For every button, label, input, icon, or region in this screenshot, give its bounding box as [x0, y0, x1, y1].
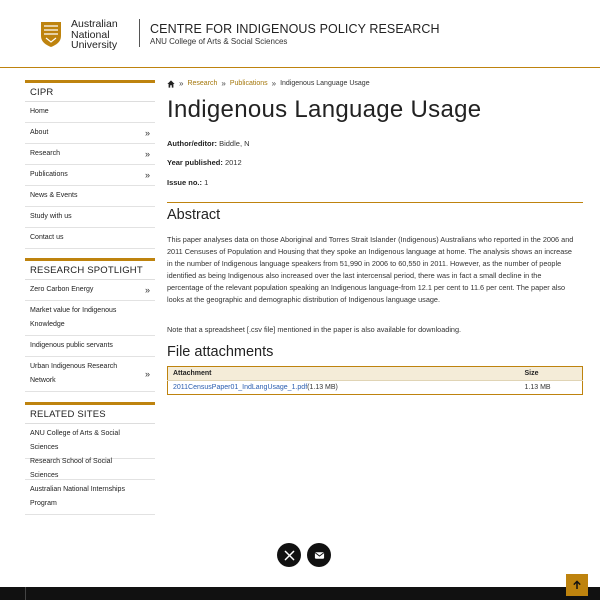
sidebar-item-label: Zero Carbon Energy: [30, 286, 94, 293]
breadcrumb-separator: »: [179, 79, 184, 88]
sidebar-item-label: Study with us: [30, 213, 72, 220]
attachment-inline-size: (1.13 MB): [307, 384, 338, 391]
site-title[interactable]: CENTRE FOR INDIGENOUS POLICY RESEARCH: [150, 22, 440, 36]
attachment-file-link[interactable]: 2011CensusPaper01_IndLangUsage_1.pdf: [173, 384, 307, 391]
anu-name-line1: Australian: [71, 18, 118, 30]
sidebar-item-label: Indigenous public servants: [30, 342, 113, 349]
author-label: Author/editor:: [167, 139, 217, 148]
sidebar-item-spotlight-3[interactable]: Urban Indigenous Research Network »: [25, 357, 155, 392]
footer-bar: [0, 587, 600, 600]
share-x-button[interactable]: [277, 543, 301, 567]
sidebar-related-sites-list: ANU College of Arts & Social Sciences Res…: [25, 424, 155, 515]
sidebar-item-label: Publications: [30, 171, 68, 178]
sidebar-item-label: About: [30, 129, 49, 136]
breadcrumb-separator: »: [221, 79, 226, 88]
attachment-size: 1.13 MB: [519, 380, 583, 395]
x-twitter-icon: [284, 550, 294, 560]
year-label: Year published:: [167, 158, 223, 167]
table-row: 2011CensusPaper01_IndLangUsage_1.pdf(1.1…: [167, 380, 583, 395]
site-header: Australian National University CENTRE FO…: [0, 0, 600, 68]
breadcrumb-research[interactable]: Research: [187, 80, 217, 87]
anu-name-line3: University: [71, 39, 118, 51]
author-value: Biddle, N: [219, 139, 250, 148]
sidebar-item-spotlight-2[interactable]: Indigenous public servants: [25, 336, 155, 357]
sidebar-item-spotlight-1[interactable]: Market value for Indigenous Knowledge: [25, 301, 155, 336]
attachments-table: Attachment Size 2011CensusPaper01_IndLan…: [167, 366, 583, 395]
home-icon[interactable]: [167, 79, 175, 88]
sidebar-item-label: Research: [30, 150, 60, 157]
sidebar-item-cipr-2[interactable]: Research »: [25, 144, 155, 165]
sidebar-research-spotlight: RESEARCH SPOTLIGHT Zero Carbon Energy » Ma…: [25, 258, 155, 392]
chevron-right-icon[interactable]: »: [145, 283, 150, 297]
sidebar-item-cipr-1[interactable]: About »: [25, 123, 155, 144]
sidebar-item-label: News & Events: [30, 192, 78, 199]
sidebar-item-label: Research School of Social Sciences: [30, 458, 113, 479]
sidebar-heading-cipr: CIPR: [25, 80, 155, 102]
chevron-right-icon[interactable]: »: [145, 126, 150, 140]
sidebar-item-label: Home: [30, 108, 49, 115]
breadcrumb-publications[interactable]: Publications: [230, 80, 268, 87]
column-header-size: Size: [519, 366, 583, 381]
issue-label: Issue no.:: [167, 178, 203, 187]
breadcrumb-current: Indigenous Language Usage: [280, 80, 370, 87]
share-email-button[interactable]: [307, 543, 331, 567]
sidebar-item-label: Urban Indigenous Research Network: [30, 363, 118, 384]
back-to-top-button[interactable]: [566, 574, 588, 596]
note-text: Note that a spreadsheet [.csv file] ment…: [167, 325, 462, 334]
sidebar-cipr: CIPR Home About » Research » Publications » New…: [25, 80, 155, 249]
anu-wordmark: Australian National University: [71, 19, 118, 51]
section-divider: [167, 202, 583, 203]
sidebar-item-cipr-5[interactable]: Study with us: [25, 207, 155, 228]
sidebar-item-related-2[interactable]: Australian National Internships Program: [25, 480, 155, 515]
sidebar-cipr-list: Home About » Research » Publications » News & E…: [25, 102, 155, 249]
abstract-heading: Abstract: [167, 207, 221, 223]
sidebar-item-label: ANU College of Arts & Social Sciences: [30, 430, 120, 451]
anu-logo[interactable]: Australian National University: [40, 19, 118, 51]
sidebar-item-cipr-4[interactable]: News & Events: [25, 186, 155, 207]
page-title: Indigenous Language Usage: [167, 96, 482, 123]
attachments-heading: File attachments: [167, 344, 274, 360]
year-value: 2012: [224, 158, 242, 167]
sidebar-item-related-0[interactable]: ANU College of Arts & Social Sciences: [25, 424, 155, 459]
sidebar-item-cipr-3[interactable]: Publications »: [25, 165, 155, 186]
sidebar-research-spotlight-list: Zero Carbon Energy » Market value for Indi…: [25, 280, 155, 392]
issue-meta: Issue no.: 1: [167, 178, 208, 187]
sidebar-heading-research-spotlight: RESEARCH SPOTLIGHT: [25, 258, 155, 280]
issue-value: 1: [204, 178, 209, 187]
breadcrumb-separator: »: [271, 79, 277, 88]
sidebar-item-label: Australian National Internships Program: [30, 486, 125, 507]
footer-divider: [25, 587, 26, 600]
chevron-right-icon[interactable]: »: [145, 147, 150, 161]
sidebar-related-sites: RELATED SITES ANU College of Arts & Soci…: [25, 402, 155, 515]
chevron-right-icon[interactable]: »: [145, 168, 150, 182]
breadcrumb: » Research » Publications » Indigenous L…: [167, 79, 370, 88]
column-header-attachment: Attachment: [167, 366, 520, 381]
attachment-cell: 2011CensusPaper01_IndLangUsage_1.pdf(1.1…: [167, 380, 520, 395]
sidebar-item-label: Contact us: [30, 234, 64, 241]
sidebar-item-related-1[interactable]: Research School of Social Sciences: [25, 458, 155, 480]
site-subtitle[interactable]: ANU College of Arts & Social Sciences: [150, 37, 287, 46]
arrow-up-icon: [573, 580, 581, 589]
sidebar-item-cipr-6[interactable]: Contact us: [25, 228, 155, 249]
anu-crest-icon: [41, 22, 61, 48]
sidebar-item-cipr-0[interactable]: Home: [25, 102, 155, 123]
header-divider: [139, 19, 140, 47]
table-header-row: Attachment Size: [167, 366, 583, 381]
sidebar-item-spotlight-0[interactable]: Zero Carbon Energy »: [25, 280, 155, 301]
email-icon: [314, 551, 324, 559]
sidebar-heading-related-sites: RELATED SITES: [25, 402, 155, 424]
year-meta: Year published: 2012: [167, 158, 242, 167]
author-meta: Author/editor: Biddle, N: [167, 139, 250, 148]
chevron-right-icon[interactable]: »: [145, 367, 150, 381]
abstract-text: This paper analyses data on those Aborig…: [167, 235, 574, 304]
sidebar-item-label: Market value for Indigenous Knowledge: [30, 307, 117, 328]
